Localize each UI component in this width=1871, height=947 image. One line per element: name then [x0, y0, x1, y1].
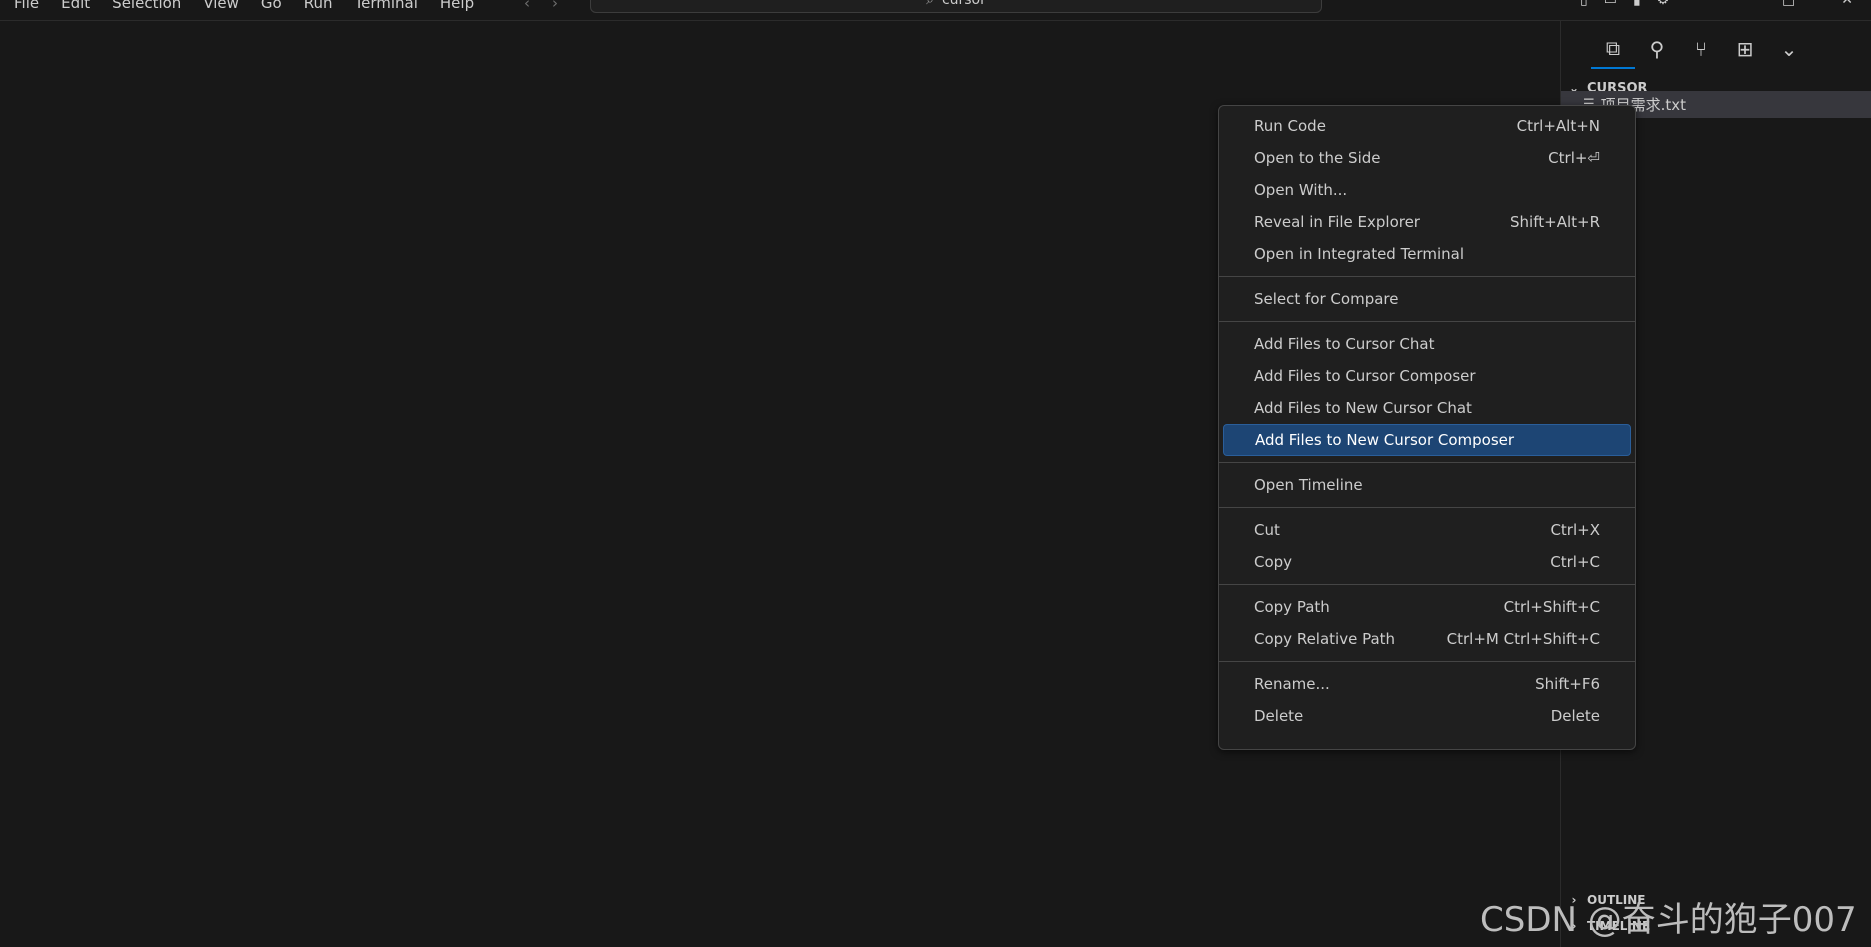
- maximize-icon[interactable]: □: [1782, 0, 1795, 8]
- menu-item-label: Copy Relative Path: [1254, 630, 1396, 648]
- menu-item-add-to-new-cursor-chat[interactable]: Add Files to New Cursor Chat: [1223, 392, 1631, 424]
- menu-help[interactable]: Help: [440, 0, 474, 12]
- menu-item-label: Copy: [1254, 553, 1293, 571]
- chevron-down-icon[interactable]: ⌄: [1767, 29, 1811, 69]
- close-icon[interactable]: ✕: [1841, 0, 1853, 8]
- menu-item-copy-path[interactable]: Copy Path Ctrl+Shift+C: [1223, 591, 1631, 623]
- menu-separator: [1219, 661, 1635, 662]
- toggle-secondary-sidebar-icon[interactable]: ▮: [1633, 0, 1641, 8]
- menu-item-label: Rename...: [1254, 675, 1330, 693]
- menu-separator: [1219, 507, 1635, 508]
- source-control-icon[interactable]: ⑂: [1679, 29, 1723, 69]
- menu-item-label: Add Files to Cursor Chat: [1254, 335, 1435, 353]
- menu-item-shortcut: Ctrl+X: [1550, 521, 1600, 539]
- search-view-icon[interactable]: ⚲: [1635, 29, 1679, 69]
- menu-item-label: Copy Path: [1254, 598, 1330, 616]
- menu-item-select-for-compare[interactable]: Select for Compare: [1223, 283, 1631, 315]
- menu-item-open-to-side[interactable]: Open to the Side Ctrl+⏎: [1223, 142, 1631, 174]
- menu-item-label: Add Files to New Cursor Composer: [1255, 431, 1515, 449]
- menu-item-label: Reveal in File Explorer: [1254, 213, 1420, 231]
- menu-item-add-to-cursor-composer[interactable]: Add Files to Cursor Composer: [1223, 360, 1631, 392]
- menu-item-add-to-cursor-chat[interactable]: Add Files to Cursor Chat: [1223, 328, 1631, 360]
- menu-item-copy[interactable]: Copy Ctrl+C: [1223, 546, 1631, 578]
- menu-separator: [1219, 462, 1635, 463]
- menu-run[interactable]: Run: [304, 0, 333, 12]
- menu-item-open-in-terminal[interactable]: Open in Integrated Terminal: [1223, 238, 1631, 270]
- menu-item-open-timeline[interactable]: Open Timeline: [1223, 469, 1631, 501]
- menu-file[interactable]: File: [14, 0, 39, 12]
- title-bar: File Edit Selection View Go Run Terminal…: [0, 0, 1871, 21]
- menu-item-label: Delete: [1254, 707, 1304, 725]
- menu-item-label: Open to the Side: [1254, 149, 1381, 167]
- menu-item-copy-relative-path[interactable]: Copy Relative Path Ctrl+M Ctrl+Shift+C: [1223, 623, 1631, 655]
- menu-item-label: Open Timeline: [1254, 476, 1363, 494]
- menu-item-shortcut: Shift+F6: [1535, 675, 1600, 693]
- menu-item-add-to-new-cursor-composer[interactable]: Add Files to New Cursor Composer: [1223, 424, 1631, 456]
- menu-edit[interactable]: Edit: [61, 0, 90, 12]
- menu-separator: [1219, 276, 1635, 277]
- menu-item-label: Add Files to Cursor Composer: [1254, 367, 1476, 385]
- menu-separator: [1219, 584, 1635, 585]
- menu-item-reveal-in-explorer[interactable]: Reveal in File Explorer Shift+Alt+R: [1223, 206, 1631, 238]
- menu-item-shortcut: Shift+Alt+R: [1510, 213, 1600, 231]
- command-center-text: cursor: [941, 0, 986, 8]
- menu-item-label: Add Files to New Cursor Chat: [1254, 399, 1472, 417]
- menu-item-shortcut: Delete: [1550, 707, 1600, 725]
- menu-item-label: Open in Integrated Terminal: [1254, 245, 1464, 263]
- menu-go[interactable]: Go: [261, 0, 282, 12]
- explorer-icon[interactable]: ⧉: [1591, 29, 1635, 69]
- gear-icon[interactable]: ⚙: [1657, 0, 1670, 8]
- sidebar-view-switcher: ⧉ ⚲ ⑂ ⊞ ⌄: [1561, 29, 1871, 69]
- menu-item-open-with[interactable]: Open With...: [1223, 174, 1631, 206]
- command-center[interactable]: ⌕ cursor: [590, 0, 1322, 13]
- toggle-primary-sidebar-icon[interactable]: ▯: [1580, 0, 1588, 8]
- toggle-panel-icon[interactable]: ▭: [1604, 0, 1617, 8]
- menu-item-label: Run Code: [1254, 117, 1326, 135]
- menu-item-shortcut: Ctrl+Shift+C: [1503, 598, 1600, 616]
- search-icon: ⌕: [926, 0, 934, 8]
- window-controls: □ ✕: [1782, 0, 1853, 8]
- forward-arrow-icon[interactable]: ›: [552, 0, 580, 12]
- menu-item-cut[interactable]: Cut Ctrl+X: [1223, 514, 1631, 546]
- menu-separator: [1219, 321, 1635, 322]
- menu-item-label: Cut: [1254, 521, 1280, 539]
- extensions-icon[interactable]: ⊞: [1723, 29, 1767, 69]
- menu-terminal[interactable]: Terminal: [355, 0, 418, 12]
- menu-view[interactable]: View: [203, 0, 239, 12]
- layout-controls: ▯ ▭ ▮ ⚙: [1580, 0, 1669, 8]
- menu-item-rename[interactable]: Rename... Shift+F6: [1223, 668, 1631, 700]
- menu-item-run-code[interactable]: Run Code Ctrl+Alt+N: [1223, 110, 1631, 142]
- menu-item-shortcut: Ctrl+M Ctrl+Shift+C: [1446, 630, 1600, 648]
- navigation-arrows: ‹›: [524, 0, 580, 12]
- menu-item-label: Open With...: [1254, 181, 1348, 199]
- menu-selection[interactable]: Selection: [112, 0, 181, 12]
- menu-item-shortcut: Ctrl+Alt+N: [1516, 117, 1600, 135]
- menu-bar: File Edit Selection View Go Run Terminal…: [14, 0, 496, 12]
- menu-item-shortcut: Ctrl+C: [1550, 553, 1600, 571]
- menu-item-label: Select for Compare: [1254, 290, 1399, 308]
- watermark-text: CSDN @奋斗的狍子007: [1480, 900, 1857, 940]
- back-arrow-icon[interactable]: ‹: [524, 0, 552, 12]
- menu-item-delete[interactable]: Delete Delete: [1223, 700, 1631, 732]
- menu-item-shortcut: Ctrl+⏎: [1548, 149, 1600, 167]
- context-menu: Run Code Ctrl+Alt+N Open to the Side Ctr…: [1218, 105, 1636, 750]
